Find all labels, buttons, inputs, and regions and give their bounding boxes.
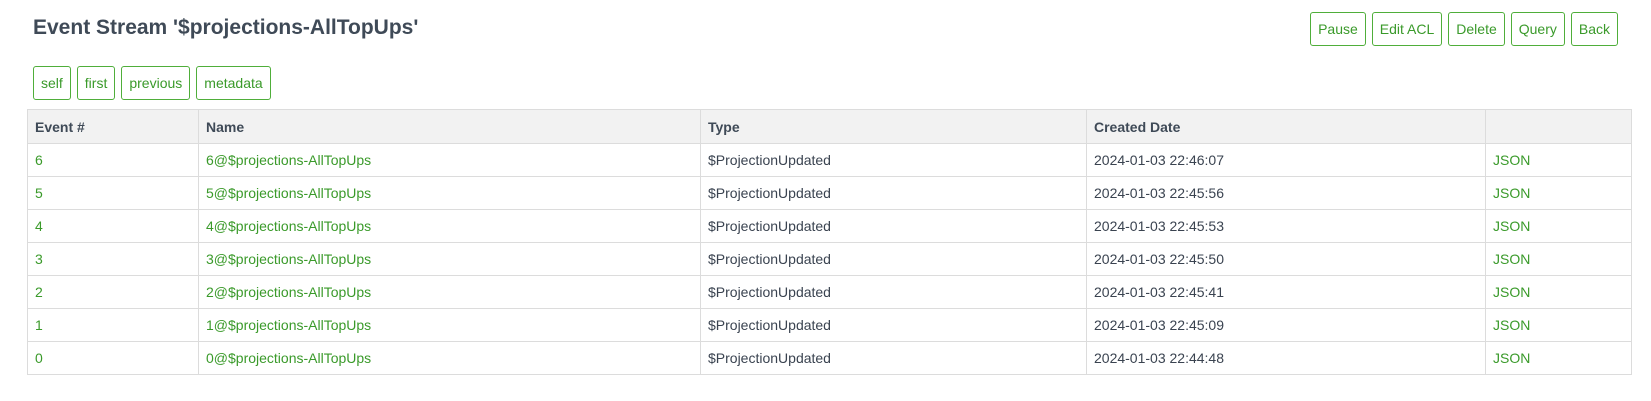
table-row: 2 2@$projections-AllTopUps $ProjectionUp… xyxy=(27,275,1632,309)
table-row: 1 1@$projections-AllTopUps $ProjectionUp… xyxy=(27,308,1632,342)
event-number-cell: 1 xyxy=(27,308,199,342)
page-title: Event Stream '$projections-AllTopUps' xyxy=(33,16,419,39)
event-type-cell: $ProjectionUpdated xyxy=(700,275,1087,309)
event-type-cell: $ProjectionUpdated xyxy=(700,143,1087,177)
json-link[interactable]: JSON xyxy=(1493,251,1530,267)
json-link[interactable]: JSON xyxy=(1493,284,1530,300)
event-number-cell: 0 xyxy=(27,341,199,375)
event-type-cell: $ProjectionUpdated xyxy=(700,308,1087,342)
table-row: 6 6@$projections-AllTopUps $ProjectionUp… xyxy=(27,143,1632,177)
event-name-link[interactable]: 1@$projections-AllTopUps xyxy=(206,317,371,333)
json-cell: JSON xyxy=(1485,176,1632,210)
event-name-cell: 6@$projections-AllTopUps xyxy=(198,143,701,177)
table-row: 0 0@$projections-AllTopUps $ProjectionUp… xyxy=(27,341,1632,375)
created-date-cell: 2024-01-03 22:45:41 xyxy=(1086,275,1486,309)
event-number-cell: 2 xyxy=(27,275,199,309)
event-number-link[interactable]: 4 xyxy=(35,218,43,234)
created-date-cell: 2024-01-03 22:44:48 xyxy=(1086,341,1486,375)
table-body: 6 6@$projections-AllTopUps $ProjectionUp… xyxy=(27,143,1632,375)
event-name-cell: 2@$projections-AllTopUps xyxy=(198,275,701,309)
edit-acl-button[interactable]: Edit ACL xyxy=(1371,12,1443,46)
event-number-cell: 3 xyxy=(27,242,199,276)
created-date-cell: 2024-01-03 22:45:09 xyxy=(1086,308,1486,342)
event-number-link[interactable]: 0 xyxy=(35,350,43,366)
event-number-link[interactable]: 1 xyxy=(35,317,43,333)
event-number-cell: 4 xyxy=(27,209,199,243)
event-name-link[interactable]: 0@$projections-AllTopUps xyxy=(206,350,371,366)
event-type-cell: $ProjectionUpdated xyxy=(700,209,1087,243)
event-name-cell: 0@$projections-AllTopUps xyxy=(198,341,701,375)
event-name-link[interactable]: 4@$projections-AllTopUps xyxy=(206,218,371,234)
event-number-link[interactable]: 5 xyxy=(35,185,43,201)
table-row: 4 4@$projections-AllTopUps $ProjectionUp… xyxy=(27,209,1632,243)
column-header-links xyxy=(1485,109,1632,144)
json-cell: JSON xyxy=(1485,308,1632,342)
event-name-link[interactable]: 2@$projections-AllTopUps xyxy=(206,284,371,300)
first-page-button[interactable]: first xyxy=(76,66,116,100)
event-name-cell: 3@$projections-AllTopUps xyxy=(198,242,701,276)
json-cell: JSON xyxy=(1485,143,1632,177)
event-name-link[interactable]: 5@$projections-AllTopUps xyxy=(206,185,371,201)
created-date-cell: 2024-01-03 22:46:07 xyxy=(1086,143,1486,177)
json-cell: JSON xyxy=(1485,209,1632,243)
table-row: 5 5@$projections-AllTopUps $ProjectionUp… xyxy=(27,176,1632,210)
column-header-name: Name xyxy=(198,109,701,144)
event-name-cell: 4@$projections-AllTopUps xyxy=(198,209,701,243)
delete-button[interactable]: Delete xyxy=(1448,12,1505,46)
json-link[interactable]: JSON xyxy=(1493,152,1530,168)
action-bar: Pause Edit ACL Delete Query Back xyxy=(1310,12,1618,46)
event-type-cell: $ProjectionUpdated xyxy=(700,176,1087,210)
back-button[interactable]: Back xyxy=(1570,12,1618,46)
created-date-cell: 2024-01-03 22:45:50 xyxy=(1086,242,1486,276)
table-header: Event # Name Type Created Date xyxy=(27,109,1632,144)
self-link-button[interactable]: self xyxy=(33,66,71,100)
event-type-cell: $ProjectionUpdated xyxy=(700,242,1087,276)
created-date-cell: 2024-01-03 22:45:56 xyxy=(1086,176,1486,210)
event-number-cell: 5 xyxy=(27,176,199,210)
event-name-link[interactable]: 3@$projections-AllTopUps xyxy=(206,251,371,267)
table-row: 3 3@$projections-AllTopUps $ProjectionUp… xyxy=(27,242,1632,276)
metadata-button[interactable]: metadata xyxy=(196,66,271,100)
column-header-type: Type xyxy=(700,109,1087,144)
json-link[interactable]: JSON xyxy=(1493,350,1530,366)
created-date-cell: 2024-01-03 22:45:53 xyxy=(1086,209,1486,243)
column-header-event-number: Event # xyxy=(27,109,199,144)
event-number-cell: 6 xyxy=(27,143,199,177)
event-name-link[interactable]: 6@$projections-AllTopUps xyxy=(206,152,371,168)
json-cell: JSON xyxy=(1485,242,1632,276)
event-number-link[interactable]: 6 xyxy=(35,152,43,168)
json-link[interactable]: JSON xyxy=(1493,317,1530,333)
table-header-row: Event # Name Type Created Date xyxy=(27,109,1632,144)
query-button[interactable]: Query xyxy=(1510,12,1565,46)
pause-button[interactable]: Pause xyxy=(1310,12,1366,46)
json-cell: JSON xyxy=(1485,275,1632,309)
event-number-link[interactable]: 3 xyxy=(35,251,43,267)
event-type-cell: $ProjectionUpdated xyxy=(700,341,1087,375)
json-link[interactable]: JSON xyxy=(1493,218,1530,234)
events-table: Event # Name Type Created Date 6 6@$proj… xyxy=(27,109,1632,375)
column-header-created-date: Created Date xyxy=(1086,109,1486,144)
event-name-cell: 5@$projections-AllTopUps xyxy=(198,176,701,210)
event-number-link[interactable]: 2 xyxy=(35,284,43,300)
json-link[interactable]: JSON xyxy=(1493,185,1530,201)
json-cell: JSON xyxy=(1485,341,1632,375)
stream-nav-bar: self first previous metadata xyxy=(33,66,271,100)
event-name-cell: 1@$projections-AllTopUps xyxy=(198,308,701,342)
previous-page-button[interactable]: previous xyxy=(121,66,191,100)
